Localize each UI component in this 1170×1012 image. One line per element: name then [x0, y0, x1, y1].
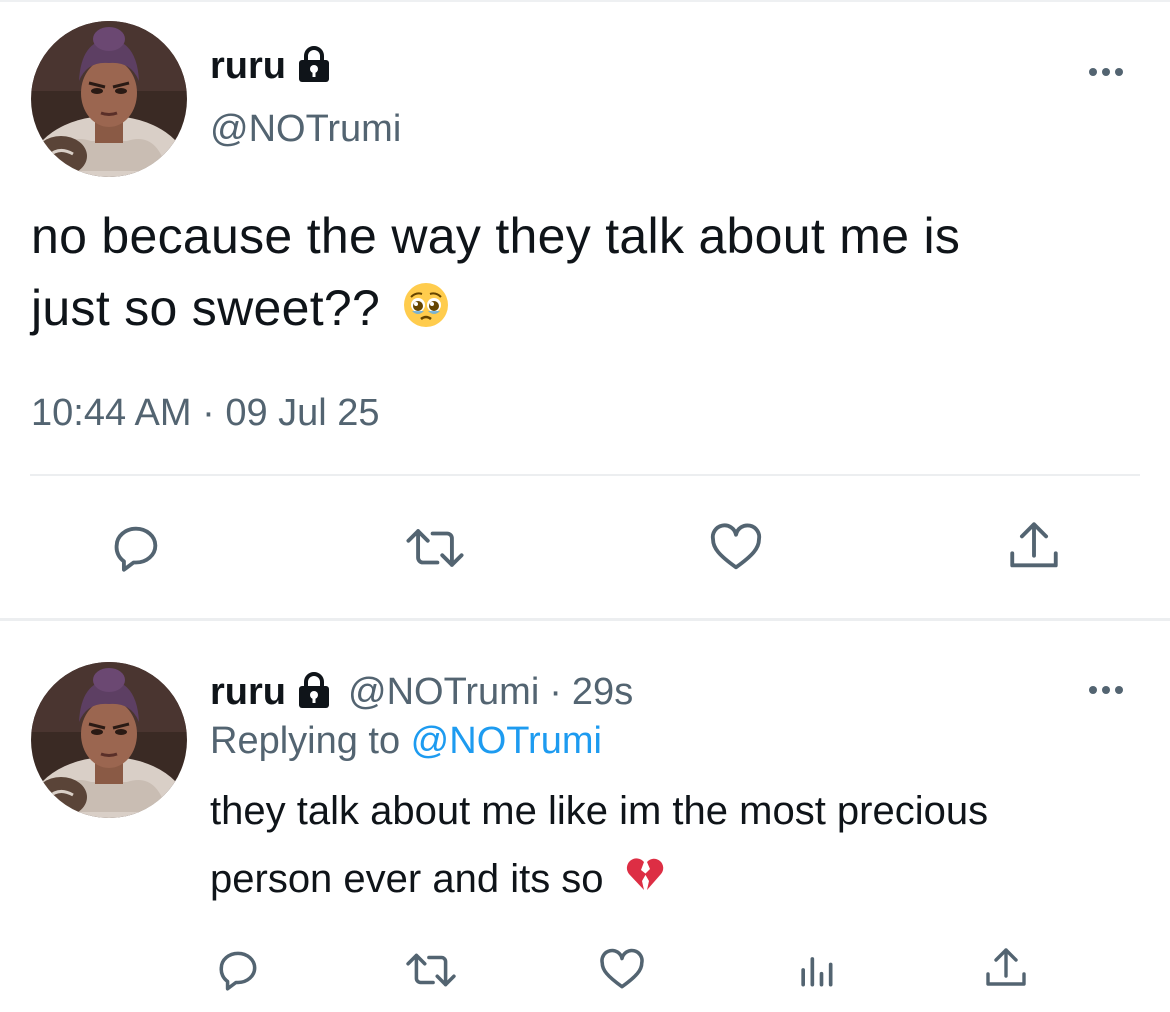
reply-icon[interactable] — [104, 516, 168, 580]
tweet-timestamp[interactable]: 10:44 AM · 09 Jul 25 — [31, 392, 380, 435]
retweet-icon[interactable] — [400, 516, 470, 580]
replying-label: Replying to — [210, 720, 411, 762]
display-name[interactable]: ruru — [210, 45, 286, 88]
reply-text: they talk about me like im the most prec… — [210, 777, 1130, 915]
broken-heart-icon — [625, 847, 665, 915]
reply-icon[interactable] — [210, 942, 266, 998]
reply-age[interactable]: 29s — [572, 671, 633, 714]
analytics-icon[interactable] — [788, 942, 844, 998]
pleading-face-icon — [402, 276, 450, 348]
avatar[interactable] — [31, 21, 187, 177]
reply-handle[interactable]: @NOTrumi — [348, 671, 539, 714]
reply-more-options-icon[interactable] — [1089, 686, 1123, 694]
reply-display-name[interactable]: ruru — [210, 671, 286, 714]
like-icon[interactable] — [704, 516, 768, 580]
author-row: ruru — [210, 44, 334, 89]
lock-icon — [294, 44, 334, 89]
reply-text-line1: they talk about me like im the most prec… — [210, 789, 989, 833]
replying-to: Replying to @NOTrumi — [210, 720, 602, 763]
top-border — [0, 0, 1170, 2]
like-icon[interactable] — [594, 942, 650, 998]
share-icon[interactable] — [1002, 514, 1066, 578]
handle[interactable]: @NOTrumi — [210, 108, 401, 151]
divider — [30, 474, 1140, 476]
more-options-icon[interactable] — [1089, 68, 1123, 76]
reply-author-row: ruru @NOTrumi · 29s — [210, 670, 633, 715]
tweet-text-line2: just so sweet?? — [31, 280, 381, 336]
share-icon[interactable] — [978, 940, 1034, 996]
reply-avatar[interactable] — [31, 662, 187, 818]
replying-mention[interactable]: @NOTrumi — [411, 720, 602, 762]
tweet-text-line2-wrap: just so sweet?? — [31, 272, 1141, 348]
lock-icon — [294, 670, 334, 715]
reply-separator: · — [549, 671, 562, 713]
tweet-text: no because the way they talk about me is… — [31, 200, 1141, 348]
section-separator — [0, 618, 1170, 621]
reply-text-line2-wrap: person ever and its so — [210, 845, 1130, 915]
retweet-icon[interactable] — [400, 942, 462, 998]
reply-text-line2: person ever and its so — [210, 857, 604, 901]
tweet-text-line1: no because the way they talk about me is — [31, 208, 961, 264]
